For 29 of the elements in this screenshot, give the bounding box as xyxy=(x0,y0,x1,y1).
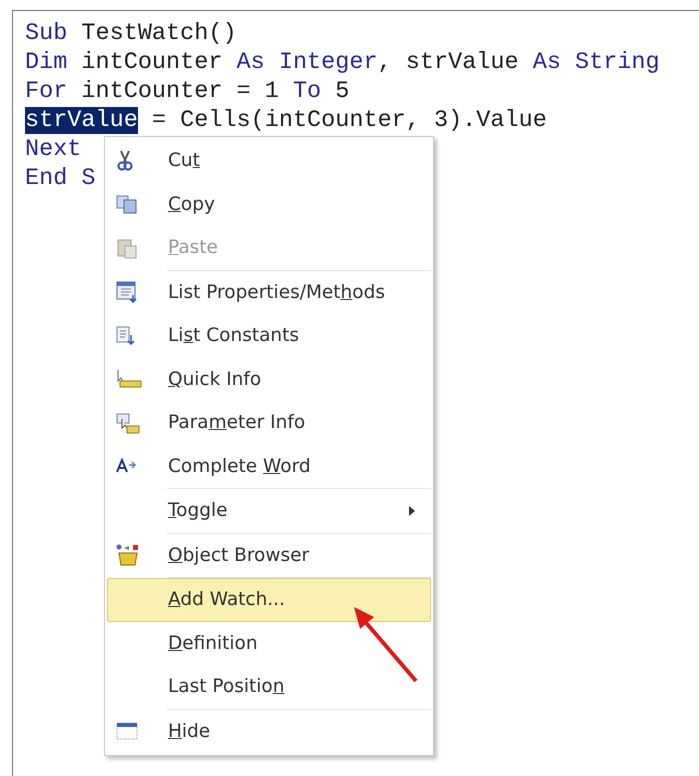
code-line: Next xyxy=(25,135,82,164)
code-line: For intCounter = 1 To 5 xyxy=(25,77,350,106)
menu-item[interactable]: Complete Word xyxy=(107,444,431,488)
code-line: Sub TestWatch() xyxy=(25,19,237,48)
scissors-icon xyxy=(116,150,134,172)
code-line: End S xyxy=(25,164,96,193)
menu-item[interactable]: List Constants xyxy=(107,314,431,358)
clipboard-icon xyxy=(116,236,138,259)
menu-item[interactable]: Hide xyxy=(107,710,431,753)
tooltip-icon xyxy=(116,412,140,434)
tooltip-icon xyxy=(116,369,142,390)
menu-item[interactable]: Add Watch... xyxy=(107,578,431,622)
code-line: strValue = Cells(intCounter, 3).Value xyxy=(25,106,547,135)
menu-item[interactable]: Cut xyxy=(107,139,431,182)
code-line: Dim intCounter As Integer, strValue As String xyxy=(25,48,660,77)
menu-item[interactable]: Object Browser xyxy=(107,534,431,577)
menu-item[interactable]: Definition xyxy=(107,622,431,665)
copy-icon xyxy=(116,194,138,214)
list-icon xyxy=(116,326,136,346)
menu-item[interactable]: Copy xyxy=(107,182,431,226)
window-icon xyxy=(116,722,138,740)
menu-item[interactable]: Parameter Info xyxy=(107,401,431,444)
menu-item[interactable]: Last Position xyxy=(107,665,431,708)
object-browser-icon xyxy=(116,544,140,566)
menu-item[interactable]: List Properties/Methods xyxy=(107,270,431,314)
letter-a-icon xyxy=(116,458,138,474)
menu-item[interactable]: Toggle xyxy=(107,489,431,532)
menu-item[interactable]: Quick Info xyxy=(107,358,431,401)
list-icon xyxy=(116,281,138,304)
